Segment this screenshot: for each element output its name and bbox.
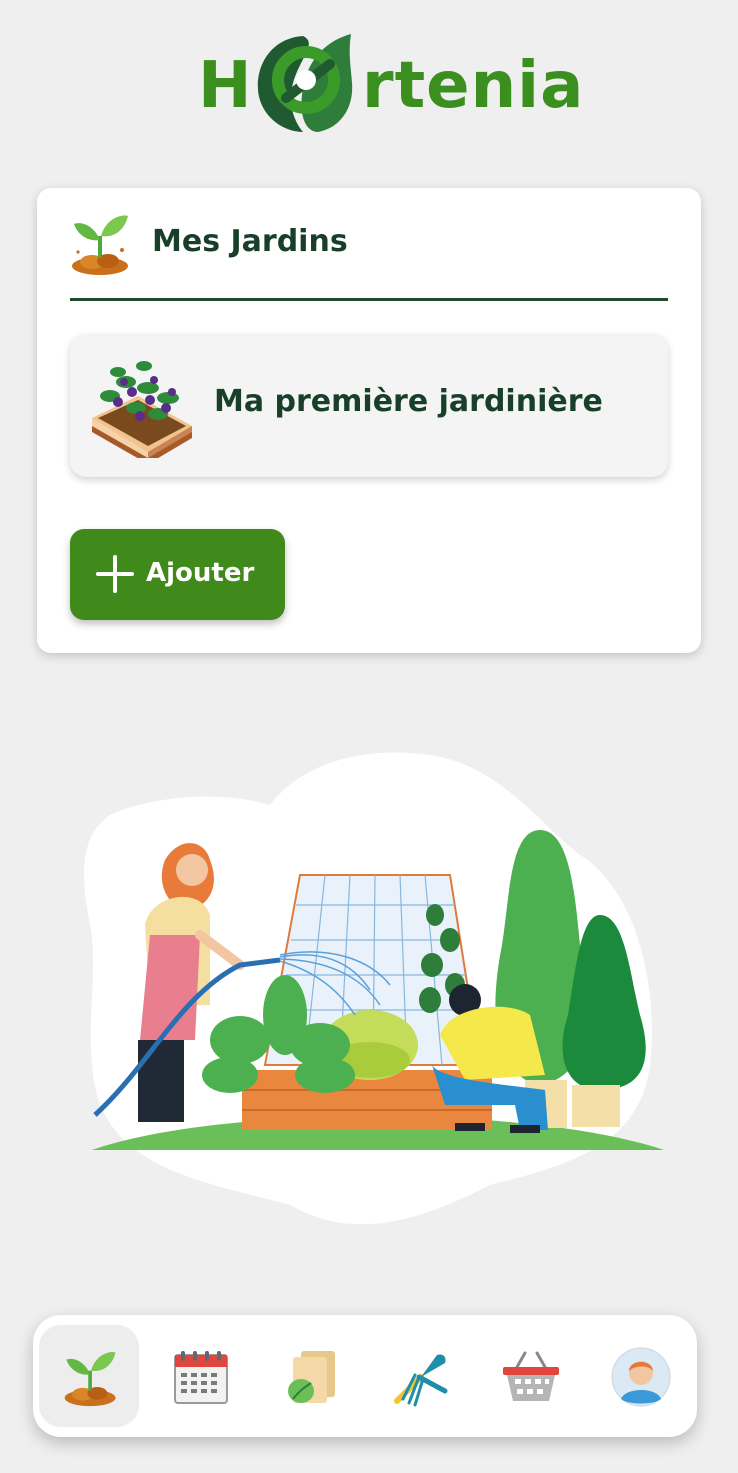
bottom-navbar <box>33 1315 697 1437</box>
basket-icon <box>503 1351 559 1401</box>
garden-name: Ma première jardinière <box>214 384 603 419</box>
garden-tools-icon <box>394 1354 448 1407</box>
add-garden-button[interactable]: Ajouter <box>70 529 285 620</box>
plant-cards-icon <box>288 1351 335 1403</box>
plus-icon <box>96 555 134 593</box>
logo-leaf-icon <box>257 34 353 132</box>
gardening-illustration <box>84 752 664 1225</box>
planter-icon <box>92 361 192 458</box>
nav-plant-cards[interactable] <box>259 1325 359 1427</box>
title-divider <box>70 298 668 301</box>
card-title: Mes Jardins <box>152 224 348 259</box>
add-button-label: Ajouter <box>146 558 255 588</box>
sprout-icon <box>72 215 128 275</box>
sprout-icon <box>64 1352 116 1407</box>
nav-tools[interactable] <box>369 1325 469 1427</box>
calendar-icon <box>174 1351 228 1404</box>
user-avatar-icon <box>611 1347 671 1407</box>
nav-calendar[interactable] <box>149 1325 249 1427</box>
app-logo: H rtenia <box>0 28 738 138</box>
logo-text-left: H <box>198 49 253 123</box>
garden-list-item[interactable]: Ma première jardinière <box>70 334 668 477</box>
nav-shop[interactable] <box>479 1325 579 1427</box>
nav-gardens[interactable] <box>39 1325 139 1427</box>
nav-profile[interactable] <box>589 1325 689 1427</box>
logo-text-right: rtenia <box>362 49 585 123</box>
gardens-card: Mes Jardins Ma première jardinière Ajout… <box>37 188 701 653</box>
